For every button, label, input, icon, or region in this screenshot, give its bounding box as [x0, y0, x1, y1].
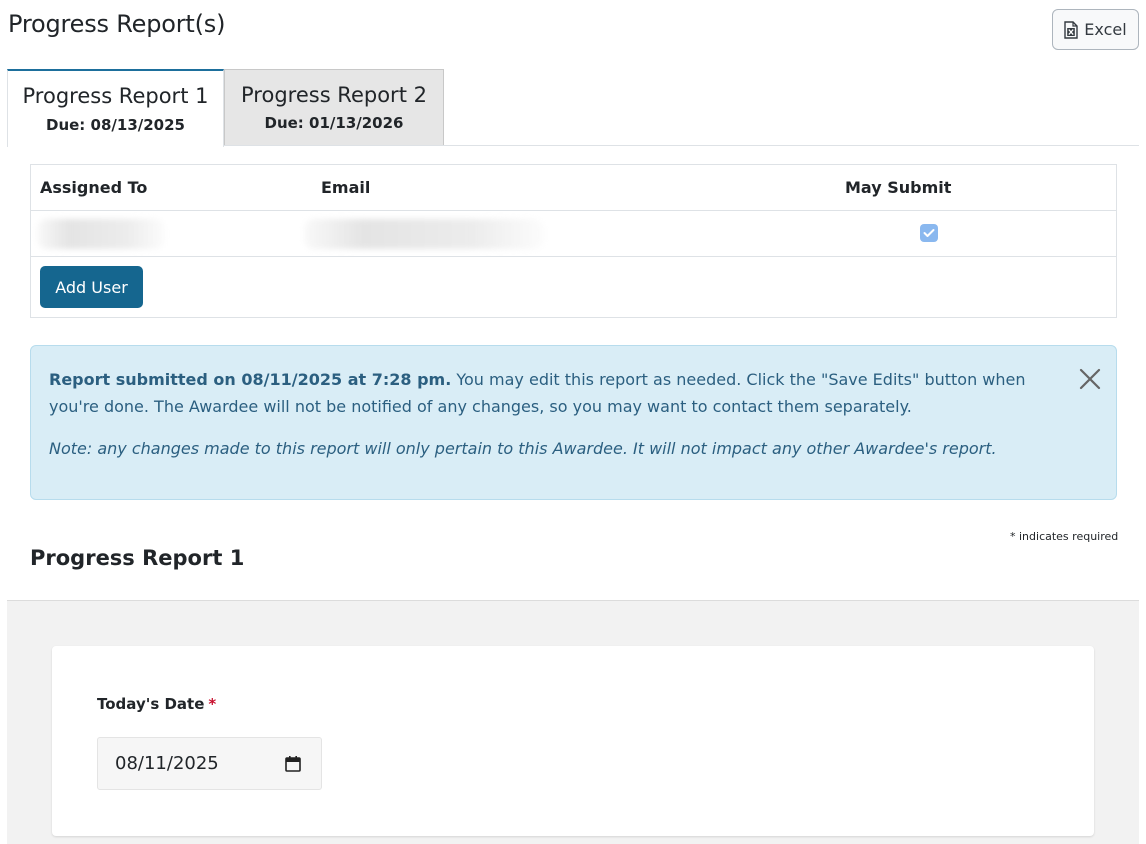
column-header-email: Email — [321, 178, 371, 197]
form-area: Today's Date * 08/11/2025 — [7, 600, 1139, 844]
alert-bold-text: Report submitted on 08/11/2025 at 7:28 p… — [49, 370, 452, 389]
date-label-text: Today's Date — [97, 695, 205, 713]
checkmark-icon — [923, 229, 935, 237]
report-tabs: Progress Report 1 Due: 08/13/2025 Progre… — [7, 69, 1139, 147]
tab-progress-report-1[interactable]: Progress Report 1 Due: 08/13/2025 — [7, 69, 224, 147]
may-submit-checkbox[interactable] — [920, 224, 938, 242]
form-card: Today's Date * 08/11/2025 — [52, 646, 1094, 836]
assigned-to-redacted — [37, 219, 165, 249]
excel-file-icon — [1064, 20, 1078, 39]
alert-message: Report submitted on 08/11/2025 at 7:28 p… — [49, 366, 1059, 420]
column-header-assigned-to: Assigned To — [40, 178, 148, 197]
alert-note: Note: any changes made to this report wi… — [49, 439, 997, 458]
excel-export-button[interactable]: Excel — [1052, 9, 1139, 50]
table-row — [31, 211, 1116, 257]
add-user-button[interactable]: Add User — [40, 266, 143, 308]
assigned-users-table: Assigned To Email May Submit Add User — [30, 164, 1117, 318]
required-asterisk: * — [208, 695, 217, 713]
column-header-may-submit: May Submit — [845, 178, 952, 197]
submission-alert: Report submitted on 08/11/2025 at 7:28 p… — [30, 345, 1117, 500]
tab-due-date: Due: 08/13/2025 — [46, 115, 185, 134]
required-note: * indicates required — [1010, 530, 1119, 543]
date-value: 08/11/2025 — [115, 753, 219, 774]
todays-date-input[interactable]: 08/11/2025 — [97, 737, 322, 790]
tab-progress-report-2[interactable]: Progress Report 2 Due: 01/13/2026 — [224, 69, 444, 145]
table-header-row: Assigned To Email May Submit — [31, 165, 1116, 211]
email-redacted — [304, 219, 544, 249]
page: Progress Report(s) Excel Progress Report… — [0, 0, 1146, 844]
excel-button-label: Excel — [1084, 20, 1127, 39]
date-field-label: Today's Date * — [97, 695, 216, 713]
tab-label: Progress Report 2 — [241, 82, 427, 107]
tab-due-date: Due: 01/13/2026 — [264, 114, 404, 133]
close-icon[interactable] — [1078, 367, 1102, 391]
tab-label: Progress Report 1 — [22, 84, 209, 109]
calendar-icon[interactable] — [284, 755, 302, 773]
section-title: Progress Report 1 — [30, 546, 245, 570]
page-title: Progress Report(s) — [8, 10, 226, 38]
